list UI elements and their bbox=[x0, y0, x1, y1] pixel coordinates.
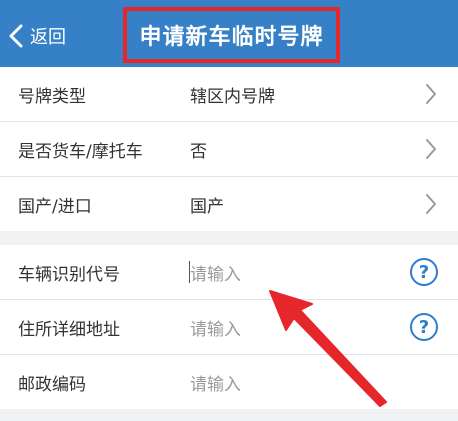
chevron-right-icon bbox=[426, 194, 436, 214]
top-navigation-bar: 返回 申请新车临时号牌 bbox=[0, 0, 458, 67]
back-label: 返回 bbox=[30, 27, 66, 48]
domestic-import-row[interactable]: 国产/进口 国产 bbox=[0, 177, 458, 231]
field-value: 辖区内号牌 bbox=[190, 86, 275, 107]
field-value: 否 bbox=[190, 141, 207, 162]
postal-code-input[interactable]: 请输入 bbox=[190, 370, 241, 395]
vehicle-info-section: 车辆识别代号 请输入 ? 住所详细地址 请输入 ? 邮政编码 请输入 bbox=[0, 245, 458, 409]
field-label: 住所详细地址 bbox=[18, 319, 120, 340]
vehicle-type-section: 号牌类型 辖区内号牌 是否货车/摩托车 否 国产/进口 国产 bbox=[0, 67, 458, 231]
page-title: 申请新车临时号牌 bbox=[139, 25, 324, 50]
field-label: 车辆识别代号 bbox=[18, 264, 120, 285]
truck-motorcycle-row[interactable]: 是否货车/摩托车 否 bbox=[0, 122, 458, 176]
vin-row: 车辆识别代号 请输入 ? bbox=[0, 245, 458, 299]
question-mark-icon[interactable]: ? bbox=[410, 258, 438, 286]
back-button[interactable]: 返回 bbox=[8, 18, 66, 54]
chevron-right-icon bbox=[426, 139, 436, 159]
plate-type-row[interactable]: 号牌类型 辖区内号牌 bbox=[0, 67, 458, 121]
address-row: 住所详细地址 请输入 ? bbox=[0, 300, 458, 354]
question-mark-icon[interactable]: ? bbox=[410, 313, 438, 341]
field-value: 国产 bbox=[190, 196, 224, 217]
chevron-left-icon bbox=[9, 24, 23, 48]
field-label: 国产/进口 bbox=[18, 196, 92, 217]
page-title-highlight: 申请新车临时号牌 bbox=[123, 7, 340, 63]
vin-input[interactable]: 请输入 bbox=[190, 260, 241, 285]
field-label: 邮政编码 bbox=[18, 374, 86, 395]
field-label: 是否货车/摩托车 bbox=[18, 141, 143, 162]
chevron-right-icon bbox=[426, 84, 436, 104]
address-input[interactable]: 请输入 bbox=[190, 315, 241, 340]
postal-code-row: 邮政编码 请输入 bbox=[0, 355, 458, 409]
field-label: 号牌类型 bbox=[18, 86, 86, 107]
